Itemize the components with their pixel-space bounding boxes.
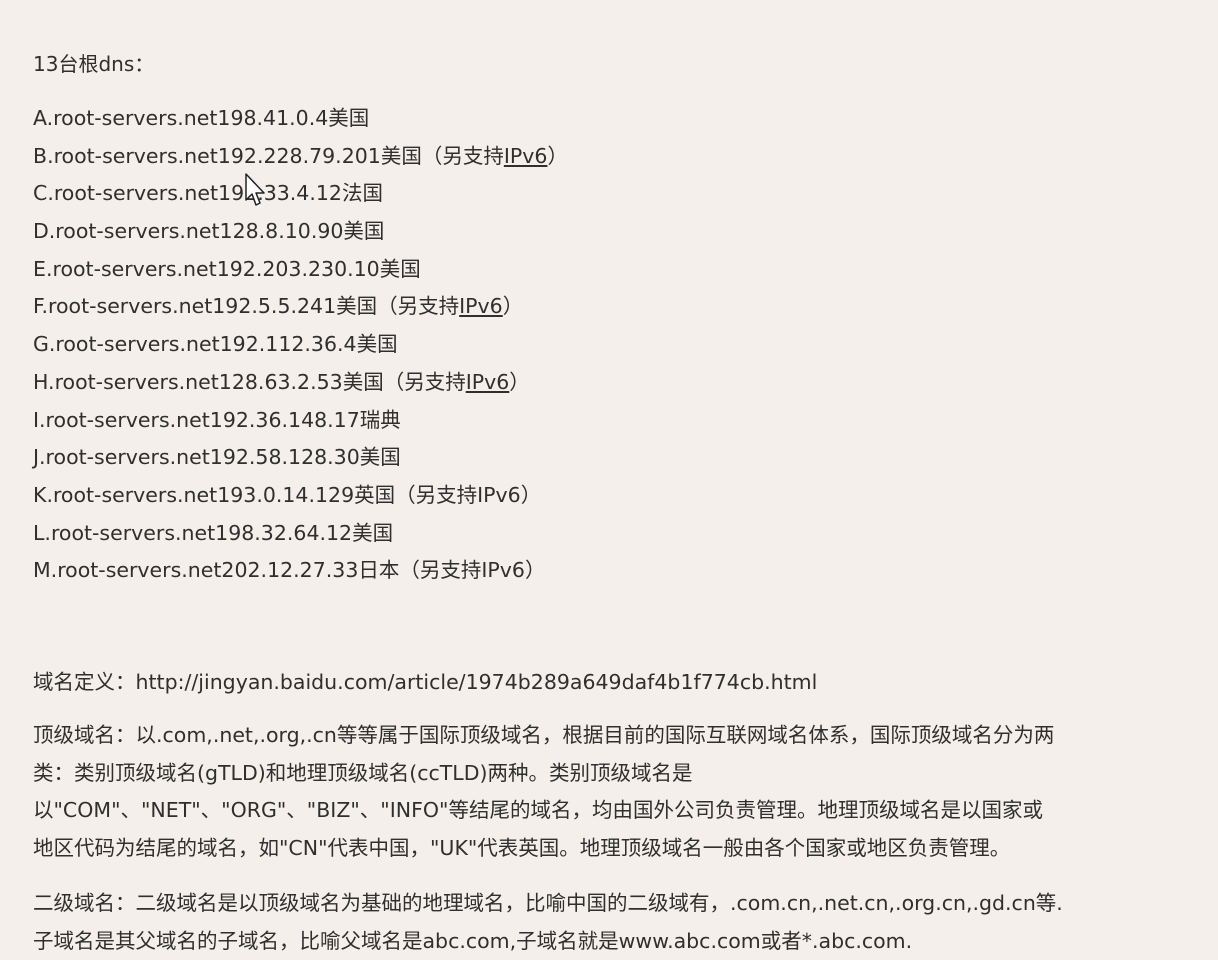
domain-definition: 域名定义：http://jingyan.baidu.com/article/19… — [33, 664, 817, 700]
root-server-row-e: E.root-servers.net192.203.230.10美国 — [33, 251, 568, 289]
root-server-row-j: J.root-servers.net192.58.128.30美国 — [33, 439, 568, 477]
root-server-row-h: H.root-servers.net128.63.2.53美国（另支持IPv6） — [33, 364, 568, 402]
server-text: A.root-servers.net198.41.0.4美国 — [33, 106, 369, 130]
root-server-row-b: B.root-servers.net192.228.79.201美国（另支持IP… — [33, 138, 568, 176]
server-note-close: ） — [503, 294, 524, 318]
server-text: J.root-servers.net192.58.128.30美国 — [33, 445, 401, 469]
tld-line: 顶级域名：以.com,.net,.org,.cn等等属于国际顶级域名，根据目前的… — [33, 717, 1213, 755]
domain-definition-label: 域名定义： — [33, 670, 136, 694]
server-text: D.root-servers.net128.8.10.90美国 — [33, 219, 384, 243]
ipv6-link[interactable]: IPv6 — [459, 294, 503, 318]
server-note-close: ） — [509, 370, 530, 394]
server-note: （另支持 — [384, 370, 466, 394]
domain-definition-link[interactable]: http://jingyan.baidu.com/article/1974b28… — [136, 670, 818, 694]
tld-line: 类：类别顶级域名(gTLD)和地理顶级域名(ccTLD)两种。类别顶级域名是 — [33, 755, 1213, 793]
server-text: M.root-servers.net202.12.27.33日本（另支持IPv6… — [33, 558, 545, 582]
server-text: C.root-servers.net192.33.4.12法国 — [33, 181, 383, 205]
root-server-row-g: G.root-servers.net192.112.36.4美国 — [33, 326, 568, 364]
root-server-row-d: D.root-servers.net128.8.10.90美国 — [33, 213, 568, 251]
root-server-row-i: I.root-servers.net192.36.148.17瑞典 — [33, 402, 568, 440]
root-server-list: A.root-servers.net198.41.0.4美国 B.root-se… — [33, 100, 568, 590]
sld-paragraph: 二级域名：二级域名是以顶级域名为基础的地理域名，比喻中国的二级域有，.com.c… — [33, 885, 1213, 960]
root-dns-heading: 13台根dns： — [33, 48, 154, 80]
tld-line: 以"COM"、"NET"、"ORG"、"BIZ"、"INFO"等结尾的域名，均由… — [33, 792, 1213, 830]
server-text: G.root-servers.net192.112.36.4美国 — [33, 332, 398, 356]
root-server-row-m: M.root-servers.net202.12.27.33日本（另支持IPv6… — [33, 552, 568, 590]
sld-line: 子域名是其父域名的子域名，比喻父域名是abc.com,子域名就是www.abc.… — [33, 923, 1213, 960]
root-server-row-l: L.root-servers.net198.32.64.12美国 — [33, 515, 568, 553]
tld-line: 地区代码为结尾的域名，如"CN"代表中国，"UK"代表英国。地理顶级域名一般由各… — [33, 830, 1213, 868]
server-text: I.root-servers.net192.36.148.17瑞典 — [33, 408, 401, 432]
server-note: （另支持 — [377, 294, 459, 318]
ipv6-link[interactable]: IPv6 — [466, 370, 510, 394]
server-text: B.root-servers.net192.228.79.201美国 — [33, 144, 422, 168]
server-text: E.root-servers.net192.203.230.10美国 — [33, 257, 421, 281]
root-server-row-c: C.root-servers.net192.33.4.12法国 — [33, 175, 568, 213]
server-text: F.root-servers.net192.5.5.241美国 — [33, 294, 377, 318]
server-text: K.root-servers.net193.0.14.129英国（另支持IPv6… — [33, 483, 541, 507]
server-text: L.root-servers.net198.32.64.12美国 — [33, 521, 393, 545]
server-note-close: ） — [547, 144, 568, 168]
root-server-row-k: K.root-servers.net193.0.14.129英国（另支持IPv6… — [33, 477, 568, 515]
server-note: （另支持 — [422, 144, 504, 168]
root-server-row-f: F.root-servers.net192.5.5.241美国（另支持IPv6） — [33, 288, 568, 326]
root-server-row-a: A.root-servers.net198.41.0.4美国 — [33, 100, 568, 138]
server-text: H.root-servers.net128.63.2.53美国 — [33, 370, 384, 394]
tld-paragraph: 顶级域名：以.com,.net,.org,.cn等等属于国际顶级域名，根据目前的… — [33, 717, 1213, 867]
sld-line: 二级域名：二级域名是以顶级域名为基础的地理域名，比喻中国的二级域有，.com.c… — [33, 885, 1213, 923]
ipv6-link[interactable]: IPv6 — [504, 144, 548, 168]
